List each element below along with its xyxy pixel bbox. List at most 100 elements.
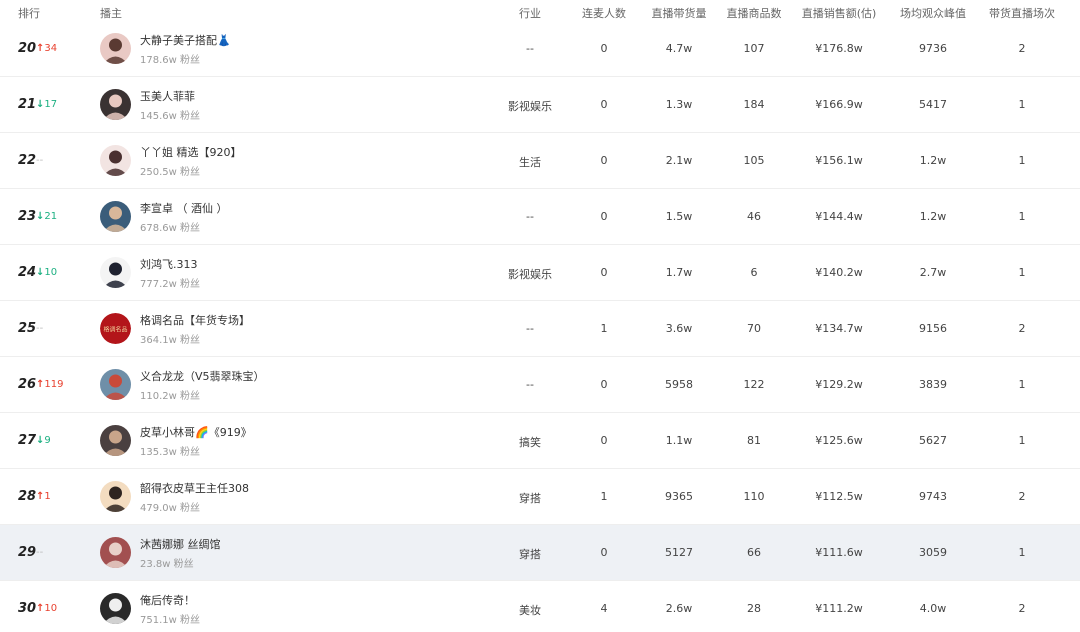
host-name-text: 皮草小林哥 (140, 426, 195, 439)
sales-cell: ¥129.2w (815, 378, 863, 391)
table-row[interactable]: 22 -- 丫丫姐 精选【920】 250.5w 粉丝 生活 0 2.1w 10… (0, 133, 1080, 189)
avatar[interactable] (100, 537, 131, 568)
avatar[interactable] (100, 33, 131, 64)
avatar-logo-text: 格调名品 (103, 326, 127, 334)
sessions-cell: 1 (1018, 98, 1026, 111)
host-name-text: 玉美人菲菲 (140, 90, 195, 103)
goods-volume-cell: 5127 (665, 546, 693, 559)
trend-unchanged: -- (36, 323, 44, 334)
product-count-cell: 122 (743, 378, 765, 391)
industry-cell: 生活 (519, 156, 541, 169)
industry-cell: -- (526, 42, 534, 55)
trend-change-value: 10 (44, 603, 58, 614)
table-row[interactable]: 28 ↑1 韶得衣皮草王主任308 479.0w 粉丝 穿搭 1 9365 11… (0, 469, 1080, 525)
host-name[interactable]: 丫丫姐 精选【920】 (140, 144, 242, 160)
sessions-cell: 1 (1018, 546, 1026, 559)
host-name[interactable]: 李宣卓 （ 酒仙 ） (140, 200, 228, 216)
host-name[interactable]: 格调名品【年货专场】 (140, 312, 250, 328)
rank-number: 24 (18, 265, 37, 280)
sessions-cell: 2 (1018, 490, 1026, 503)
table-row[interactable]: 27 ↓9 皮草小林哥🌈《919》 135.3w 粉丝 搞笑 0 1.1w 81… (0, 413, 1080, 469)
industry-cell: 影视娱乐 (508, 268, 552, 281)
host-name[interactable]: 义合龙龙（V5翡翠珠宝） (140, 368, 265, 384)
avatar[interactable] (100, 481, 131, 512)
table-row[interactable]: 20 ↑34 大静子美子搭配👗 178.6w 粉丝 -- 0 4.7w 107 … (0, 21, 1080, 77)
rank-number: 25 (18, 321, 37, 336)
goods-volume-cell: 5958 (665, 378, 693, 391)
header-rank[interactable]: 排行 (18, 5, 40, 21)
table-row[interactable]: 29 -- 沐茜娜娜 丝绸馆 23.8w 粉丝 穿搭 0 5127 66 ¥11… (0, 525, 1080, 581)
sessions-cell: 2 (1018, 322, 1026, 335)
product-count-cell: 184 (743, 98, 765, 111)
rank-trend: -- (36, 155, 43, 166)
fan-count: 23.8w 粉丝 (140, 559, 194, 570)
avatar[interactable] (100, 593, 131, 624)
link-mic-cell: 0 (600, 42, 608, 55)
host-name[interactable]: 玉美人菲菲 (140, 88, 195, 104)
trend-change-value: 1 (44, 491, 51, 502)
rank-number: 30 (18, 601, 37, 616)
fan-count: 250.5w 粉丝 (140, 167, 200, 178)
avatar[interactable] (100, 89, 131, 120)
avatar[interactable] (100, 425, 131, 456)
rank-trend: ↓17 (36, 99, 57, 110)
host-name[interactable]: 俺后传奇！ (140, 592, 195, 608)
link-mic-cell: 0 (600, 434, 608, 447)
fan-count: 678.6w 粉丝 (140, 223, 200, 234)
table-row[interactable]: 21 ↓17 玉美人菲菲 145.6w 粉丝 影视娱乐 0 1.3w 184 ¥… (0, 77, 1080, 133)
avatar[interactable] (100, 257, 131, 288)
host-name[interactable]: 刘鸿飞.313 (140, 256, 198, 272)
header-goods-volume[interactable]: 直播带货量 (639, 5, 719, 21)
peak-viewers-cell: 5627 (919, 434, 947, 447)
header-sessions[interactable]: 带货直播场次 (982, 5, 1062, 21)
host-name[interactable]: 皮草小林哥🌈《919》 (140, 424, 252, 440)
header-product-count[interactable]: 直播商品数 (714, 5, 794, 21)
trend-change-value: 21 (44, 211, 58, 222)
avatar[interactable]: 格调名品 (100, 313, 131, 344)
header-industry[interactable]: 行业 (490, 5, 570, 21)
host-name[interactable]: 沐茜娜娜 丝绸馆 (140, 536, 221, 552)
host-name-text: 刘鸿飞.313 (140, 258, 198, 271)
goods-volume-cell: 1.7w (665, 266, 693, 279)
avatar[interactable] (100, 369, 131, 400)
fan-count: 777.2w 粉丝 (140, 279, 200, 290)
avatar[interactable] (100, 145, 131, 176)
header-link-mic[interactable]: 连麦人数 (574, 5, 634, 21)
peak-viewers-cell: 9736 (919, 42, 947, 55)
link-mic-cell: 0 (600, 546, 608, 559)
goods-volume-cell: 4.7w (665, 42, 693, 55)
sales-cell: ¥111.6w (815, 546, 863, 559)
rank-number: 28 (18, 489, 37, 504)
fan-count: 751.1w 粉丝 (140, 615, 200, 626)
sales-cell: ¥111.2w (815, 602, 863, 615)
table-row[interactable]: 25 -- 格调名品 格调名品【年货专场】 364.1w 粉丝 -- 1 3.6… (0, 301, 1080, 357)
header-peak-viewers[interactable]: 场均观众峰值 (893, 5, 973, 21)
avatar[interactable] (100, 201, 131, 232)
product-count-cell: 105 (743, 154, 765, 167)
sales-cell: ¥144.4w (815, 210, 863, 223)
trend-change-value: 9 (44, 435, 51, 446)
table-row[interactable]: 24 ↓10 刘鸿飞.313 777.2w 粉丝 影视娱乐 0 1.7w 6 ¥… (0, 245, 1080, 301)
rank-trend: ↑1 (36, 491, 51, 502)
goods-volume-cell: 1.1w (665, 434, 693, 447)
sessions-cell: 1 (1018, 378, 1026, 391)
table-row[interactable]: 30 ↑10 俺后传奇！ 751.1w 粉丝 美妆 4 2.6w 28 ¥111… (0, 581, 1080, 632)
rank-number: 22 (18, 153, 37, 168)
link-mic-cell: 0 (600, 154, 608, 167)
table-row[interactable]: 26 ↑119 义合龙龙（V5翡翠珠宝） 110.2w 粉丝 -- 0 5958… (0, 357, 1080, 413)
sessions-cell: 1 (1018, 210, 1026, 223)
table-row[interactable]: 23 ↓21 李宣卓 （ 酒仙 ） 678.6w 粉丝 -- 0 1.5w 46… (0, 189, 1080, 245)
trend-change-value: 17 (44, 99, 58, 110)
sessions-cell: 1 (1018, 266, 1026, 279)
name-emoji-icon: 👗 (217, 34, 231, 47)
trend-unchanged: -- (36, 547, 44, 558)
fan-count: 110.2w 粉丝 (140, 391, 200, 402)
link-mic-cell: 0 (600, 210, 608, 223)
rank-trend: ↓10 (36, 267, 57, 278)
host-name[interactable]: 韶得衣皮草王主任308 (140, 480, 249, 496)
header-sales[interactable]: 直播销售额(估) (791, 5, 887, 21)
host-name[interactable]: 大静子美子搭配👗 (140, 32, 231, 48)
goods-volume-cell: 9365 (665, 490, 693, 503)
link-mic-cell: 4 (600, 602, 608, 615)
peak-viewers-cell: 1.2w (919, 154, 947, 167)
